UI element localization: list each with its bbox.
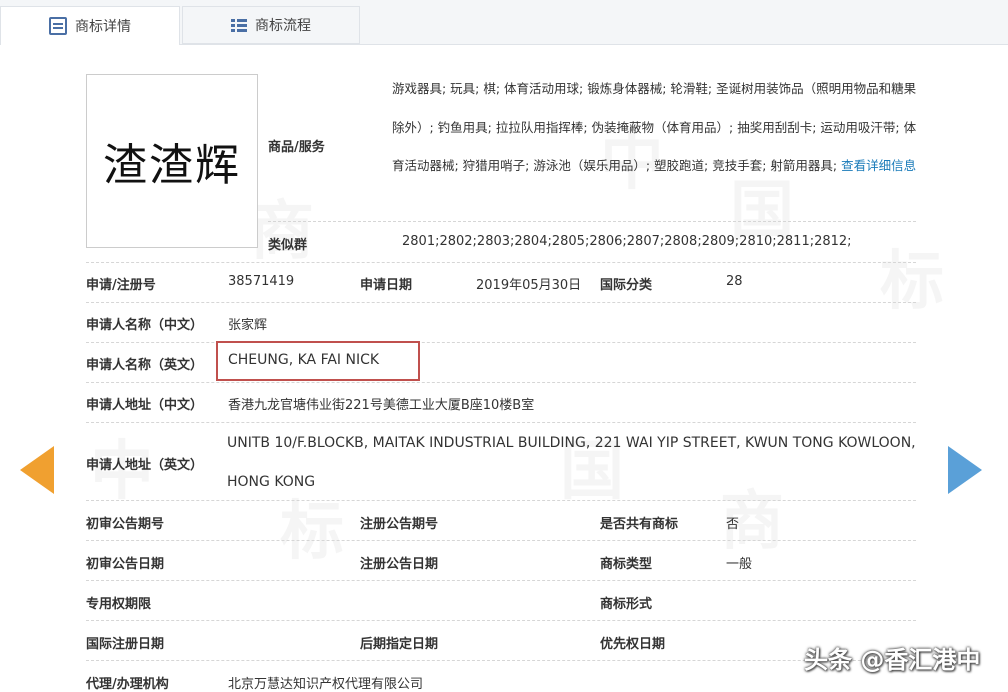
similar-groups-value: 2801;2802;2803;2804;2805;2806;2807;2808;… bbox=[402, 234, 852, 249]
address-en-label: 申请人地址（英文） bbox=[86, 458, 204, 473]
highlight-box bbox=[216, 341, 420, 381]
divider bbox=[86, 302, 916, 303]
reg-pub-no-label: 注册公告期号 bbox=[360, 517, 439, 532]
reg-no-label: 申请/注册号 bbox=[86, 278, 156, 293]
tab-trademark-process[interactable]: 商标流程 bbox=[182, 6, 360, 44]
goods-services-value: 游戏器具; 玩具; 棋; 体育活动用球; 锻炼身体器械; 轮滑鞋; 圣诞树用装饰… bbox=[392, 70, 922, 186]
divider bbox=[86, 540, 916, 541]
view-details-link[interactable]: 查看详细信息 bbox=[841, 158, 916, 173]
applicant-cn-value: 张家辉 bbox=[228, 318, 268, 333]
goods-services-text: 游戏器具; 玩具; 棋; 体育活动用球; 锻炼身体器械; 轮滑鞋; 圣诞树用装饰… bbox=[392, 81, 917, 173]
list-icon bbox=[231, 18, 247, 32]
divider bbox=[86, 500, 916, 501]
tm-form-label: 商标形式 bbox=[600, 597, 653, 612]
tab-label: 商标详情 bbox=[75, 19, 131, 35]
address-en-value: UNITB 10/F.BLOCKB, MAITAK INDUSTRIAL BUI… bbox=[227, 435, 916, 490]
source-watermark: 头条 @香汇港中 bbox=[804, 646, 981, 674]
exclusive-period-label: 专用权期限 bbox=[86, 597, 152, 612]
tab-bar: 商标详情 商标流程 bbox=[0, 0, 1008, 45]
watermark-char: 商 bbox=[250, 180, 314, 272]
tab-label: 商标流程 bbox=[255, 18, 311, 34]
watermark-char: 标 bbox=[880, 230, 944, 322]
tab-trademark-details[interactable]: 商标详情 bbox=[0, 6, 180, 45]
address-cn-value: 香港九龙官塘伟业街221号美德工业大厦B座10楼B室 bbox=[228, 398, 535, 413]
similar-groups-label: 类似群 bbox=[268, 238, 308, 253]
prelim-pub-date-label: 初审公告日期 bbox=[86, 557, 165, 572]
reg-pub-date-label: 注册公告日期 bbox=[360, 557, 439, 572]
document-icon bbox=[49, 17, 67, 35]
next-arrow-icon[interactable] bbox=[948, 446, 982, 494]
divider bbox=[86, 342, 916, 343]
apply-date-value: 2019年05月30日 bbox=[476, 278, 582, 293]
divider bbox=[86, 660, 916, 661]
address-cn-label: 申请人地址（中文） bbox=[86, 398, 204, 413]
trademark-image: 渣渣辉 bbox=[86, 74, 258, 248]
intl-reg-date-label: 国际注册日期 bbox=[86, 637, 165, 652]
agent-value: 北京万慧达知识产权代理有限公司 bbox=[228, 677, 424, 692]
apply-date-label: 申请日期 bbox=[360, 278, 413, 293]
divider bbox=[86, 620, 916, 621]
applicant-cn-label: 申请人名称（中文） bbox=[86, 318, 204, 333]
trademark-image-text: 渣渣辉 bbox=[103, 140, 241, 191]
divider bbox=[86, 580, 916, 581]
tm-type-label: 商标类型 bbox=[600, 557, 653, 572]
divider bbox=[268, 221, 916, 222]
divider bbox=[86, 382, 916, 383]
agent-label: 代理/办理机构 bbox=[86, 677, 169, 692]
divider bbox=[86, 422, 916, 423]
intl-class-label: 国际分类 bbox=[600, 278, 653, 293]
prelim-pub-no-label: 初审公告期号 bbox=[86, 517, 165, 532]
later-designation-label: 后期指定日期 bbox=[360, 637, 439, 652]
shared-label: 是否共有商标 bbox=[600, 517, 679, 532]
goods-services-label: 商品/服务 bbox=[268, 140, 325, 155]
previous-arrow-icon[interactable] bbox=[20, 446, 54, 494]
priority-date-label: 优先权日期 bbox=[600, 637, 666, 652]
tm-type-value: 一般 bbox=[726, 557, 753, 572]
shared-value: 否 bbox=[726, 517, 740, 532]
intl-class-value: 28 bbox=[726, 274, 743, 289]
applicant-en-label: 申请人名称（英文） bbox=[86, 358, 204, 373]
reg-no-value: 38571419 bbox=[228, 274, 295, 289]
divider bbox=[86, 262, 916, 263]
